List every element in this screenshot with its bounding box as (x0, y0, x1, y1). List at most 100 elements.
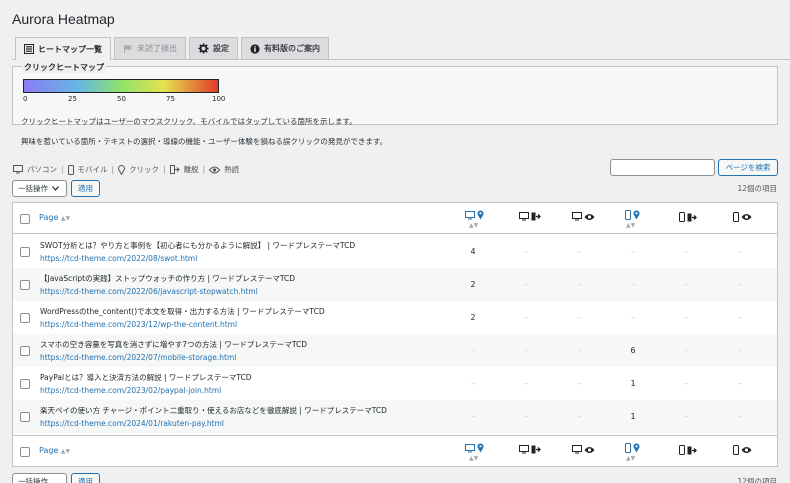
row-cell: – (684, 346, 688, 355)
table-row: SWOT分析とは？やり方と事例を【初心者にも分かるように解説】 | ワードプレス… (13, 235, 777, 268)
row-title[interactable]: 【JavaScriptの実践】ストップウォッチの作り方 | ワードプレステーマT… (40, 273, 295, 284)
mobile-icon (733, 445, 739, 455)
header-mobile-click[interactable] (625, 210, 640, 220)
row-checkbox[interactable] (20, 280, 30, 290)
location-pin-icon (477, 443, 484, 453)
exit-icon (169, 165, 180, 174)
row-title[interactable]: 楽天ペイの使い方 チャージ・ポイント二重取り・使えるお店などを徹底解説 | ワー… (40, 405, 387, 416)
footer-mobile-read[interactable] (733, 445, 752, 455)
row-cell: – (631, 280, 635, 289)
row-checkbox[interactable] (20, 247, 30, 257)
row-checkbox[interactable] (20, 412, 30, 422)
row-url[interactable]: https://tcd-theme.com/2024/01/rakuten-pa… (40, 419, 224, 428)
table-header: Page ▲▼ ▲▼ ▲▼ (13, 203, 777, 234)
row-checkbox[interactable] (20, 346, 30, 356)
row-cell[interactable]: 4 (453, 247, 493, 256)
row-title[interactable]: スマホの空き容量を写真を消さずに増やす7つの方法 | ワードプレステーマTCD (40, 339, 307, 350)
exit-icon (531, 445, 541, 454)
row-url[interactable]: https://tcd-theme.com/2022/07/mobile-sto… (40, 353, 236, 362)
row-cell: – (524, 313, 528, 322)
row-title[interactable]: PayPalとは？導入と決済方法の解説 | ワードプレステーマTCD (40, 372, 252, 383)
desktop-icon (519, 212, 529, 221)
header-mobile-exit[interactable] (679, 212, 697, 222)
row-title[interactable]: SWOT分析とは？やり方と事例を【初心者にも分かるように解説】 | ワードプレス… (40, 240, 355, 251)
row-cell: – (577, 280, 581, 289)
page-column-footer[interactable]: Page ▲▼ (39, 446, 70, 455)
row-cell: – (524, 379, 528, 388)
row-cell: – (631, 247, 635, 256)
row-cell: – (577, 346, 581, 355)
row-cell[interactable]: 1 (613, 412, 653, 421)
gear-icon (198, 43, 209, 54)
search-input[interactable] (610, 159, 715, 176)
desktop-icon (465, 210, 475, 219)
row-cell: – (471, 346, 475, 355)
select-all-checkbox[interactable] (20, 447, 30, 457)
row-cell[interactable]: 1 (613, 379, 653, 388)
bulk-action-select-bottom[interactable]: 一括操作 (12, 473, 67, 483)
row-title[interactable]: WordPressのthe_content()で本文を取得・出力する方法 | ワ… (40, 306, 325, 317)
header-pc-read[interactable] (572, 212, 595, 221)
heatmap-gradient-scale (23, 79, 219, 93)
header-pc-click[interactable] (465, 210, 484, 220)
row-checkbox[interactable] (20, 379, 30, 389)
apply-button[interactable]: 適用 (71, 180, 100, 197)
exit-icon (531, 212, 541, 221)
exit-icon (687, 213, 697, 221)
header-pc-exit[interactable] (519, 212, 541, 221)
select-all-checkbox[interactable] (20, 214, 30, 224)
scale-tick-100: 100 (212, 95, 226, 103)
sort-icon: ▲▼ (469, 222, 479, 229)
row-cell: – (738, 313, 742, 322)
row-checkbox[interactable] (20, 313, 30, 323)
tab-settings[interactable]: 設定 (189, 37, 238, 59)
table-row: 楽天ペイの使い方 チャージ・ポイント二重取り・使えるお店などを徹底解説 | ワー… (13, 400, 777, 433)
page-column-header[interactable]: Page ▲▼ (39, 213, 70, 222)
legend-read: 熟読 (224, 165, 240, 174)
sort-icon: ▲▼ (469, 455, 479, 462)
scale-tick-50: 50 (117, 95, 126, 103)
footer-pc-click[interactable] (465, 443, 484, 453)
row-url[interactable]: https://tcd-theme.com/2023/02/paypal-joi… (40, 386, 221, 395)
location-pin-icon (633, 210, 640, 220)
row-cell[interactable]: 2 (453, 280, 493, 289)
row-cell: – (738, 346, 742, 355)
desktop-icon (13, 165, 23, 174)
tab-premium-info[interactable]: 有料版のご案内 (241, 37, 329, 59)
row-cell: – (524, 412, 528, 421)
footer-pc-read[interactable] (572, 445, 595, 454)
row-url[interactable]: https://tcd-theme.com/2022/08/swot.html (40, 254, 197, 263)
tab-heatmap-list[interactable]: ヒートマップ一覧 (15, 37, 111, 60)
eye-icon (741, 214, 752, 220)
row-cell: – (577, 412, 581, 421)
row-cell[interactable]: 2 (453, 313, 493, 322)
footer-mobile-click[interactable] (625, 443, 640, 453)
eye-icon (584, 213, 595, 220)
tab-label: ヒートマップ一覧 (38, 44, 102, 54)
apply-button-bottom[interactable]: 適用 (71, 473, 100, 483)
footer-mobile-exit[interactable] (679, 445, 697, 455)
row-cell: – (524, 280, 528, 289)
search-pages-button[interactable]: ページを検索 (718, 159, 778, 176)
row-url[interactable]: https://tcd-theme.com/2022/06/javascript… (40, 287, 258, 296)
row-cell: – (738, 280, 742, 289)
chevron-down-icon (52, 186, 59, 191)
tab-unread-detection[interactable]: 未読了検出 (114, 37, 186, 59)
tabs-divider (12, 59, 790, 60)
header-mobile-read[interactable] (733, 212, 752, 222)
eye-icon (741, 447, 752, 453)
bulk-action-select[interactable]: 一括操作 (12, 180, 67, 197)
desktop-icon (465, 443, 475, 452)
legend-click: クリック (129, 165, 160, 174)
row-cell: – (524, 247, 528, 256)
scale-tick-0: 0 (23, 95, 28, 103)
row-cell[interactable]: 6 (613, 346, 653, 355)
eye-icon (584, 446, 595, 453)
panel-title: クリックヒートマップ (22, 62, 106, 73)
footer-pc-exit[interactable] (519, 445, 541, 454)
row-cell: – (577, 313, 581, 322)
exit-icon (687, 446, 697, 454)
row-url[interactable]: https://tcd-theme.com/2023/12/wp-the-con… (40, 320, 237, 329)
desktop-icon (572, 445, 582, 454)
row-cell: – (684, 247, 688, 256)
